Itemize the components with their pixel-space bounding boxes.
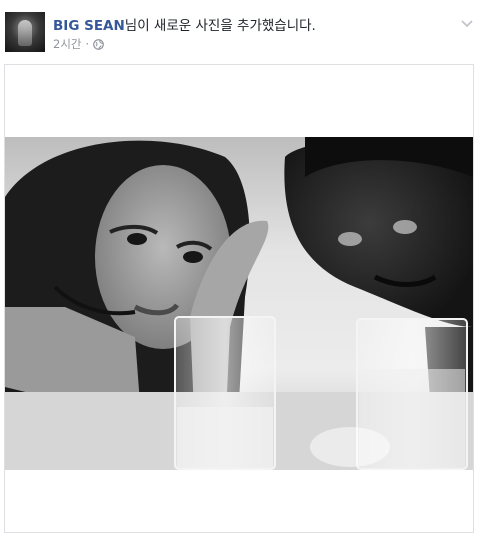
post-timestamp[interactable]: 2시간: [53, 36, 81, 52]
post-action-text: 님이 새로운 사진을 추가했습니다.: [124, 18, 316, 34]
post-header: BIG SEAN님이 새로운 사진을 추가했습니다.: [53, 14, 453, 34]
author-link[interactable]: BIG SEAN: [53, 18, 125, 34]
feed-post: BIG SEAN님이 새로운 사진을 추가했습니다. 2시간 ·: [0, 0, 480, 533]
post-photo[interactable]: [5, 137, 473, 470]
post-meta: 2시간 ·: [53, 36, 105, 52]
profile-picture-figure: [18, 20, 32, 46]
chevron-down-icon[interactable]: [460, 14, 474, 28]
photo-image: [5, 137, 473, 470]
globe-icon[interactable]: [93, 38, 105, 50]
meta-separator: ·: [85, 37, 90, 51]
profile-picture[interactable]: [5, 12, 45, 52]
